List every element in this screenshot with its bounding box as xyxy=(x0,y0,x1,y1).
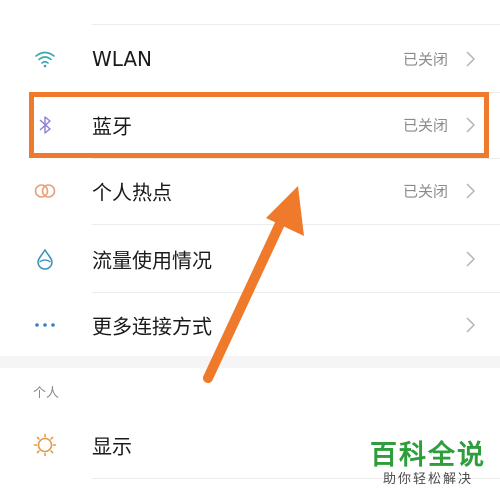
divider xyxy=(92,24,500,25)
chevron-right-icon xyxy=(466,51,476,67)
settings-row-label: WLAN xyxy=(92,47,153,71)
section-title: 个人 xyxy=(33,386,60,401)
settings-row-wlan[interactable]: WLAN 已关闭 xyxy=(0,26,500,92)
divider xyxy=(92,478,500,479)
chevron-right-icon xyxy=(466,251,476,267)
settings-row-more-connections[interactable]: 更多连接方式 xyxy=(0,292,500,358)
status-text: 已关闭 xyxy=(402,182,448,201)
settings-row-hotspot[interactable]: 个人热点 已关闭 xyxy=(0,158,500,224)
settings-row-label: 显示 xyxy=(92,434,132,459)
chevron-right-icon xyxy=(466,317,476,333)
sun-icon xyxy=(33,433,57,457)
highlight-box xyxy=(29,92,489,158)
settings-row-label: 流量使用情况 xyxy=(92,248,212,273)
settings-row-label: 个人热点 xyxy=(92,180,172,205)
water-drop-icon xyxy=(33,247,57,271)
settings-screen: WLAN 已关闭 蓝牙 已关闭 个人热点 已关闭 流量使用情况 更多连接方式 个… xyxy=(0,0,500,500)
more-dots-icon xyxy=(33,313,57,337)
section-separator xyxy=(0,356,500,368)
settings-row-data-usage[interactable]: 流量使用情况 xyxy=(0,226,500,292)
hotspot-icon xyxy=(33,179,57,203)
divider xyxy=(92,224,500,225)
status-text: 已关闭 xyxy=(402,50,448,69)
settings-row-label: 更多连接方式 xyxy=(92,314,212,339)
settings-row-display[interactable]: 显示 xyxy=(0,412,500,478)
wifi-icon xyxy=(33,47,57,71)
chevron-right-icon xyxy=(466,183,476,199)
